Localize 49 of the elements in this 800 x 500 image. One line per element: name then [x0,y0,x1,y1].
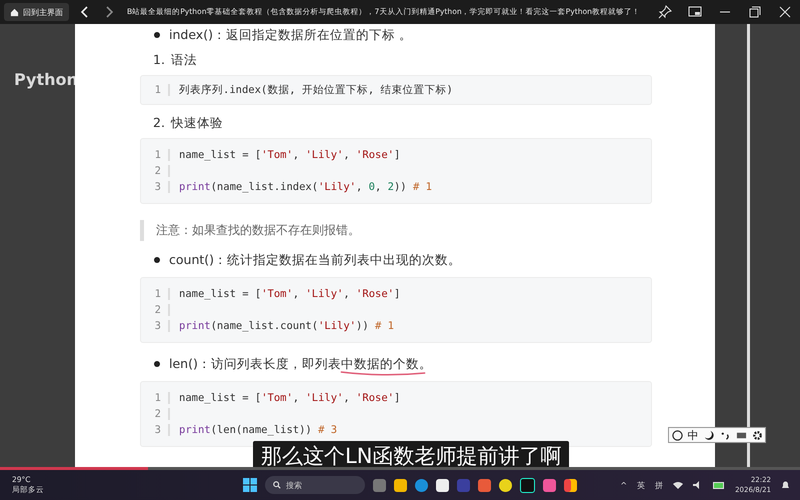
line-number: 1 [141,149,170,161]
bullet-dot [154,361,160,367]
line-number: 2 [141,165,170,177]
home-button[interactable]: 回到主界面 [4,3,69,21]
input-method-indicator[interactable]: 拼 [655,480,664,490]
code-line: name_list = ['Tom', 'Lily', 'Rose'] [179,288,400,300]
line-number: 2 [141,408,170,420]
code-line: print(len(name_list)) # 3 [179,424,338,436]
code-line: print(name_list.count('Lily')) # 1 [179,320,394,332]
restore-icon[interactable] [748,5,762,19]
close-icon[interactable] [778,5,792,19]
bullet-dot [154,257,160,263]
line-number: 1 [141,392,170,404]
picture-in-picture-icon[interactable] [688,5,702,19]
language-indicator[interactable]: 英 [637,480,646,490]
note-text: 注意：如果查找的数据不存在则报错。 [140,220,360,241]
bullet-text: len()：访问列表长度，即列表中数据的个数。 [169,356,432,372]
tray-caret[interactable]: ^ [620,480,628,490]
code-line: 列表序列.index(数据, 开始位置下标, 结束位置下标) [179,83,453,97]
battery-icon[interactable] [713,481,726,489]
settings-icon[interactable] [752,430,762,440]
search-icon [273,481,281,489]
code-line: name_list = ['Tom', 'Lily', 'Rose'] [179,149,400,161]
punctuation-icon[interactable] [720,430,730,440]
ime-mode[interactable]: 中 [688,428,698,442]
code-line: print(name_list.index('Lily', 0, 2)) # 1 [179,181,432,193]
wifi-icon[interactable] [673,481,684,489]
line-number: 3 [141,320,170,332]
bullet-text: count()：统计指定数据在当前列表中出现的次数。 [169,252,462,268]
notification-icon[interactable] [781,480,790,490]
video-caption: Python [14,70,78,89]
line-number: 1 [141,288,170,300]
home-icon [10,8,19,16]
moon-icon[interactable] [704,430,714,440]
line-number: 2 [141,304,170,316]
line-number: 1 [141,84,170,96]
start-icon[interactable] [243,478,257,492]
bullet-dot [154,32,160,38]
bullet-text: index()：返回指定数据所在位置的下标 。 [169,26,412,44]
line-number: 3 [141,181,170,193]
pin-icon[interactable] [658,5,672,19]
step-title: 快速体验 [170,115,223,132]
code-line: name_list = ['Tom', 'Lily', 'Rose'] [179,392,400,404]
line-number: 3 [141,424,170,436]
step-number: 2. [153,115,165,132]
search-field[interactable]: 搜索 [265,476,365,494]
step-number: 1. [153,52,165,69]
ime-logo-icon[interactable] [672,430,682,440]
step-title: 语法 [170,52,197,69]
